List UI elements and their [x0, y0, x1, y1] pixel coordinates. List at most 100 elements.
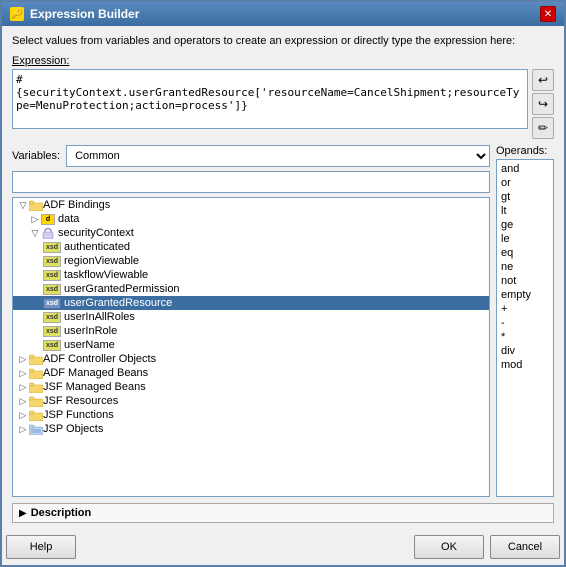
user-in-role-label: userInRole: [64, 325, 117, 337]
operand-le[interactable]: le: [499, 232, 551, 246]
expression-input[interactable]: #{securityContext.userGrantedResource['r…: [12, 69, 528, 129]
operand-and[interactable]: and: [499, 162, 551, 176]
authenticated-label: authenticated: [64, 241, 130, 253]
xsd-badge-ugp: xsd: [43, 284, 61, 295]
folder-icon-jsf-beans: [29, 382, 43, 393]
tree-item-authenticated[interactable]: xsd authenticated: [13, 240, 489, 254]
tree-item-adf-controller[interactable]: ▷ ADF Controller Objects: [13, 352, 489, 366]
variables-label: Variables:: [12, 150, 60, 162]
variables-select[interactable]: Common: [66, 145, 490, 167]
expression-label: Expression:: [12, 55, 554, 67]
tree-item-adf-managed-beans[interactable]: ▷ ADF Managed Beans: [13, 366, 489, 380]
help-button[interactable]: Help: [6, 535, 76, 559]
tree-item-jsp-objects[interactable]: ▷ JSP Objects: [13, 422, 489, 436]
expression-toolbar: #{securityContext.userGrantedResource['r…: [12, 69, 554, 139]
tree-item-region-viewable[interactable]: xsd regionViewable: [13, 254, 489, 268]
operand-plus[interactable]: +: [499, 302, 551, 316]
xsd-badge-un: xsd: [43, 340, 61, 351]
operand-minus[interactable]: -: [499, 316, 551, 330]
tree-item-user-in-all-roles[interactable]: xsd userInAllRoles: [13, 310, 489, 324]
tree-item-user-name[interactable]: xsd userName: [13, 338, 489, 352]
expression-buttons: ↩ ↪ ✏: [532, 69, 554, 139]
description-label: Description: [31, 507, 92, 519]
user-granted-resource-label: userGrantedResource: [64, 297, 172, 309]
tree-item-jsf-managed-beans[interactable]: ▷ JSF Managed Beans: [13, 380, 489, 394]
title-bar: 🔑 Expression Builder ✕: [2, 2, 564, 26]
dialog-title: Expression Builder: [30, 7, 139, 21]
redo-button[interactable]: ↩: [532, 69, 554, 91]
tree-item-data[interactable]: ▷ d data: [13, 212, 489, 226]
user-in-all-roles-label: userInAllRoles: [64, 311, 135, 323]
adf-controller-label: ADF Controller Objects: [43, 353, 156, 365]
undo-button[interactable]: ↪: [532, 93, 554, 115]
expand-jsp-objects[interactable]: ▷: [17, 423, 29, 435]
operand-gt[interactable]: gt: [499, 190, 551, 204]
folder-icon-controller: [29, 354, 43, 365]
operand-ne[interactable]: ne: [499, 260, 551, 274]
operand-lt[interactable]: lt: [499, 204, 551, 218]
region-viewable-label: regionViewable: [64, 255, 139, 267]
tree-item-taskflow-viewable[interactable]: xsd taskflowViewable: [13, 268, 489, 282]
data-icon: d: [41, 214, 55, 225]
cancel-button[interactable]: Cancel: [490, 535, 560, 559]
operand-mod[interactable]: mod: [499, 358, 551, 372]
close-button[interactable]: ✕: [540, 6, 556, 22]
tree-item-jsf-resources[interactable]: ▷ JSF Resources: [13, 394, 489, 408]
tree-item-security-context[interactable]: ▽ securityContext: [13, 226, 489, 240]
folder-icon-jsp-functions: [29, 410, 43, 421]
jsf-managed-beans-label: JSF Managed Beans: [43, 381, 146, 393]
tree-panel[interactable]: ▽ ADF Bindings ▷ d data: [12, 197, 490, 497]
description-toggle-icon: ▶: [19, 508, 27, 519]
jsp-objects-label: JSP Objects: [43, 423, 103, 435]
tree-item-user-granted-permission[interactable]: xsd userGrantedPermission: [13, 282, 489, 296]
xsd-badge-uir: xsd: [43, 326, 61, 337]
xsd-badge-authenticated: xsd: [43, 242, 61, 253]
operand-empty[interactable]: empty: [499, 288, 551, 302]
expand-adf-managed-beans[interactable]: ▷: [17, 367, 29, 379]
folder-icon-adf-beans: [29, 368, 43, 379]
dialog-icon: 🔑: [10, 7, 24, 21]
folder-icon-jsf-resources: [29, 396, 43, 407]
operand-ge[interactable]: ge: [499, 218, 551, 232]
tree-item-adf-bindings[interactable]: ▽ ADF Bindings: [13, 198, 489, 212]
operand-div[interactable]: div: [499, 344, 551, 358]
jsf-resources-label: JSF Resources: [43, 395, 118, 407]
security-context-label: securityContext: [58, 227, 134, 239]
operand-eq[interactable]: eq: [499, 246, 551, 260]
jsp-functions-label: JSP Functions: [43, 409, 114, 421]
edit-button[interactable]: ✏: [532, 117, 554, 139]
operand-multiply[interactable]: *: [499, 330, 551, 344]
operand-not[interactable]: not: [499, 274, 551, 288]
operands-header: Operands:: [496, 145, 554, 157]
expand-data[interactable]: ▷: [29, 213, 41, 225]
left-panel: Variables: Common ▽: [12, 145, 490, 497]
xsd-badge-region: xsd: [43, 256, 61, 267]
operands-list: and or gt lt ge le eq ne not empty + - *…: [496, 159, 554, 497]
expand-security-context[interactable]: ▽: [29, 227, 41, 239]
xsd-badge-ugr: xsd: [43, 298, 61, 309]
search-input[interactable]: [12, 171, 490, 193]
operand-or[interactable]: or: [499, 176, 551, 190]
dialog-body: Select values from variables and operato…: [2, 26, 564, 531]
expand-adf-bindings[interactable]: ▽: [17, 199, 29, 211]
variables-row: Variables: Common: [12, 145, 490, 167]
tree-item-user-in-role[interactable]: xsd userInRole: [13, 324, 489, 338]
expand-jsf-managed-beans[interactable]: ▷: [17, 381, 29, 393]
expand-jsf-resources[interactable]: ▷: [17, 395, 29, 407]
security-icon: [41, 228, 55, 239]
adf-managed-beans-label: ADF Managed Beans: [43, 367, 148, 379]
right-panel: Operands: and or gt lt ge le eq ne not e…: [496, 145, 554, 497]
description-text: Select values from variables and operato…: [12, 34, 554, 49]
expression-section: Expression: #{securityContext.userGrante…: [12, 55, 554, 139]
folder-icon: [29, 200, 43, 211]
expand-jsp-functions[interactable]: ▷: [17, 409, 29, 421]
data-label: data: [58, 213, 79, 225]
tree-item-jsp-functions[interactable]: ▷ JSP Functions: [13, 408, 489, 422]
description-footer[interactable]: ▶ Description: [12, 503, 554, 523]
xsd-badge-uiar: xsd: [43, 312, 61, 323]
tree-item-user-granted-resource[interactable]: xsd userGrantedResource: [13, 296, 489, 310]
user-granted-permission-label: userGrantedPermission: [64, 283, 180, 295]
ok-cancel-area: OK Cancel: [414, 535, 560, 559]
ok-button[interactable]: OK: [414, 535, 484, 559]
expand-adf-controller[interactable]: ▷: [17, 353, 29, 365]
